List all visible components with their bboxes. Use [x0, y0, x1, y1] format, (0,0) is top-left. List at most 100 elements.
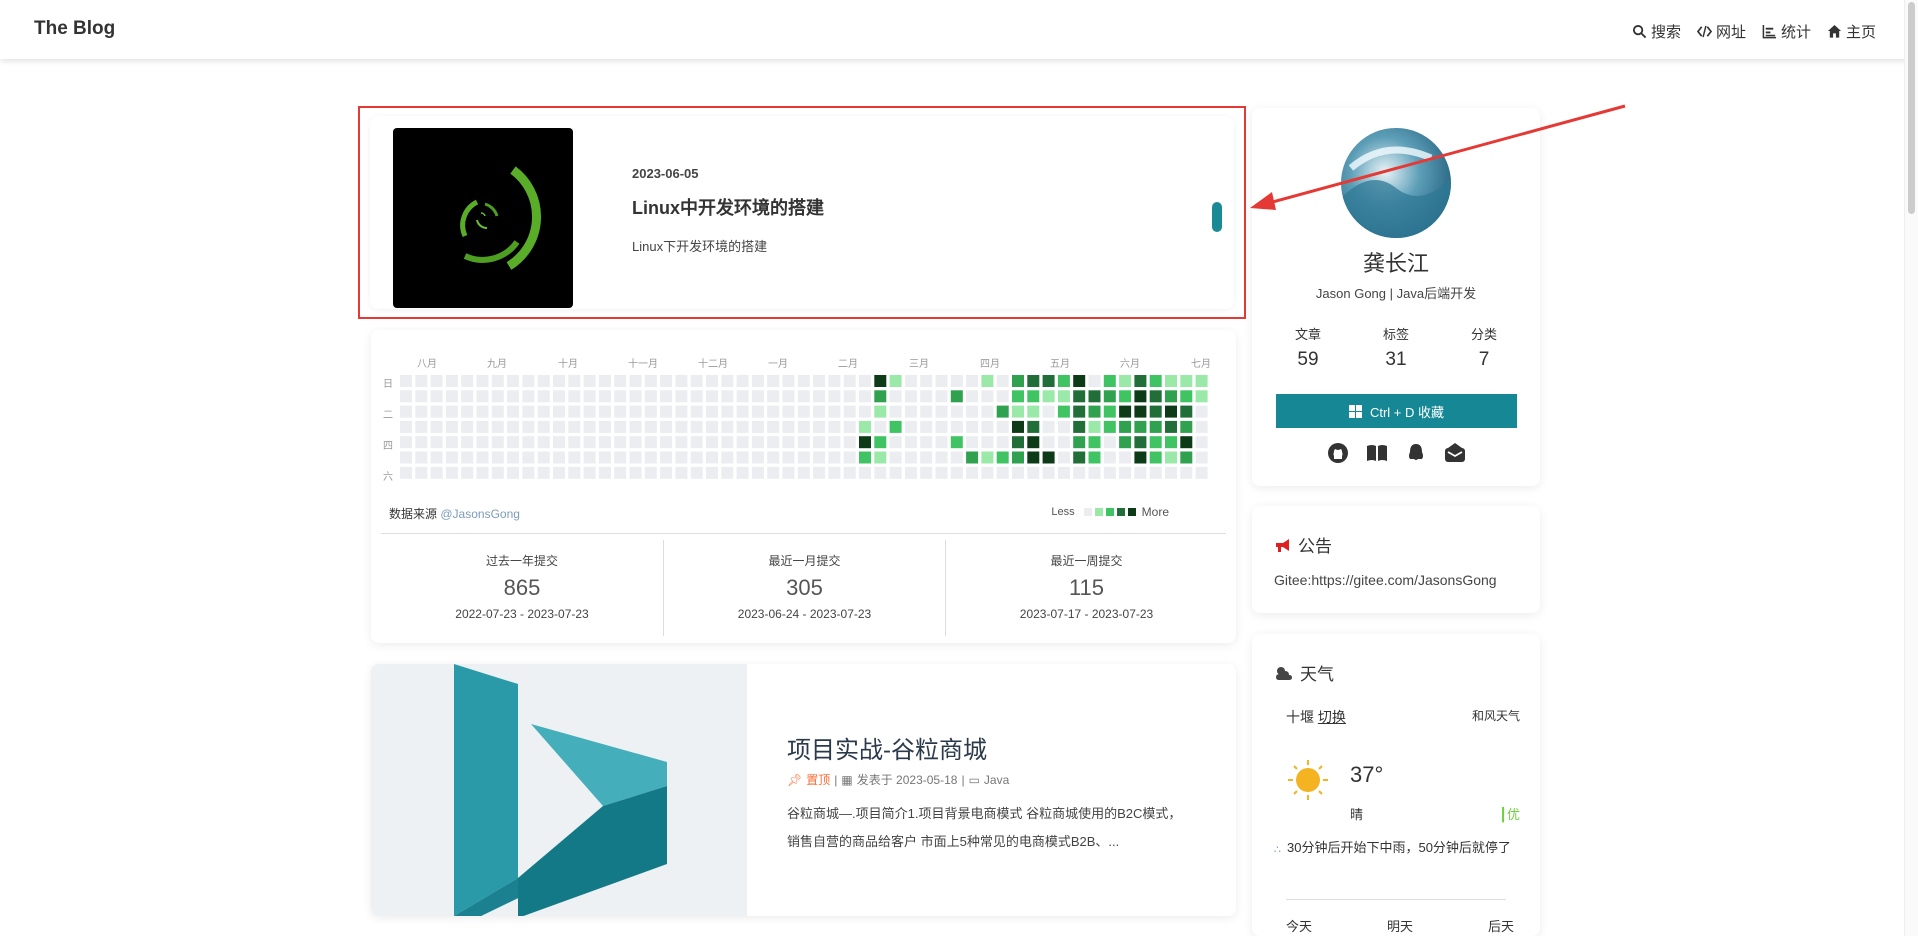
contribution-cell[interactable]: [1027, 375, 1040, 387]
contribution-cell[interactable]: [1088, 405, 1101, 418]
contribution-cell[interactable]: [1195, 466, 1208, 479]
contribution-cell[interactable]: [491, 466, 504, 479]
contribution-cell[interactable]: [859, 451, 871, 464]
contribution-cell[interactable]: [782, 451, 795, 464]
contribution-cell[interactable]: [583, 436, 596, 449]
contribution-cell[interactable]: [461, 466, 474, 479]
contribution-cell[interactable]: [507, 436, 520, 449]
contribution-cell[interactable]: [736, 420, 749, 433]
contribution-cell[interactable]: [1119, 375, 1132, 387]
contribution-cell[interactable]: [675, 375, 688, 387]
contribution-cell[interactable]: [1103, 436, 1116, 449]
contribution-cell[interactable]: [935, 405, 948, 418]
contribution-cell[interactable]: [797, 405, 810, 418]
contribution-cell[interactable]: [706, 405, 718, 418]
contribution-cell[interactable]: [859, 405, 871, 418]
contribution-cell[interactable]: [950, 420, 963, 433]
contribution-cell[interactable]: [874, 436, 887, 449]
contribution-cell[interactable]: [966, 436, 979, 449]
contribution-cell[interactable]: [690, 466, 703, 479]
contribution-cell[interactable]: [507, 390, 520, 403]
contribution-cell[interactable]: [1088, 436, 1101, 449]
contribution-cell[interactable]: [996, 405, 1009, 418]
contribution-cell[interactable]: [629, 375, 642, 387]
contribution-cell[interactable]: [874, 405, 887, 418]
contribution-cell[interactable]: [1057, 451, 1070, 464]
contribution-cell[interactable]: [1180, 420, 1193, 433]
contribution-cell[interactable]: [1195, 375, 1208, 387]
contribution-cell[interactable]: [660, 466, 673, 479]
contribution-cell[interactable]: [767, 420, 780, 433]
contribution-cell[interactable]: [1149, 390, 1162, 403]
contribution-cell[interactable]: [813, 466, 826, 479]
contribution-cell[interactable]: [690, 420, 703, 433]
contribution-cell[interactable]: [751, 466, 764, 479]
contribution-cell[interactable]: [1165, 405, 1177, 418]
contribution-cell[interactable]: [843, 405, 856, 418]
contribution-cell[interactable]: [415, 451, 428, 464]
contribution-cell[interactable]: [721, 390, 734, 403]
contribution-cell[interactable]: [629, 436, 642, 449]
nav-stats[interactable]: 统计: [1762, 21, 1811, 42]
contribution-cell[interactable]: [537, 375, 550, 387]
contribution-cell[interactable]: [813, 420, 826, 433]
contribution-cell[interactable]: [904, 436, 917, 449]
contribution-cell[interactable]: [1149, 436, 1162, 449]
contribution-cell[interactable]: [1027, 405, 1040, 418]
contribution-cell[interactable]: [1088, 466, 1101, 479]
contribution-cell[interactable]: [537, 390, 550, 403]
contribution-cell[interactable]: [782, 436, 795, 449]
contribution-cell[interactable]: [415, 390, 428, 403]
forecast-day[interactable]: 明天: [1387, 916, 1413, 935]
contribution-cell[interactable]: [553, 390, 565, 403]
stat-categories[interactable]: 分类 7: [1471, 324, 1497, 371]
contribution-cell[interactable]: [507, 420, 520, 433]
contribution-cell[interactable]: [461, 436, 474, 449]
contribution-cell[interactable]: [430, 466, 443, 479]
contribution-cell[interactable]: [1195, 436, 1208, 449]
contribution-cell[interactable]: [1027, 466, 1040, 479]
contribution-cell[interactable]: [1165, 436, 1177, 449]
contribution-cell[interactable]: [614, 420, 627, 433]
contribution-cell[interactable]: [874, 451, 887, 464]
contribution-cell[interactable]: [1103, 405, 1116, 418]
contribution-cell[interactable]: [461, 405, 474, 418]
contribution-cell[interactable]: [1088, 451, 1101, 464]
contribution-cell[interactable]: [767, 405, 780, 418]
contribution-cell[interactable]: [430, 375, 443, 387]
contribution-cell[interactable]: [583, 420, 596, 433]
contribution-cell[interactable]: [981, 436, 994, 449]
qq-icon[interactable]: [1405, 442, 1427, 464]
bookmark-button[interactable]: Ctrl + D 收藏: [1276, 394, 1517, 428]
contribution-cell[interactable]: [1195, 451, 1208, 464]
contribution-cell[interactable]: [889, 405, 902, 418]
contribution-cell[interactable]: [553, 420, 565, 433]
contribution-cell[interactable]: [1027, 451, 1040, 464]
contribution-cell[interactable]: [859, 375, 871, 387]
contribution-cell[interactable]: [430, 451, 443, 464]
contribution-cell[interactable]: [461, 375, 474, 387]
contribution-cell[interactable]: [797, 451, 810, 464]
book-icon[interactable]: [1366, 442, 1388, 464]
contribution-cell[interactable]: [461, 451, 474, 464]
contribution-cell[interactable]: [675, 466, 688, 479]
contribution-cell[interactable]: [507, 375, 520, 387]
contribution-cell[interactable]: [537, 420, 550, 433]
contribution-cell[interactable]: [797, 436, 810, 449]
contribution-cell[interactable]: [629, 420, 642, 433]
contribution-cell[interactable]: [843, 436, 856, 449]
contribution-cell[interactable]: [706, 390, 718, 403]
post-title[interactable]: 项目实战-谷粒商城: [787, 730, 987, 765]
contribution-cell[interactable]: [614, 390, 627, 403]
contribution-cell[interactable]: [736, 466, 749, 479]
contribution-cell[interactable]: [476, 436, 489, 449]
contribution-cell[interactable]: [1165, 375, 1177, 387]
contribution-cell[interactable]: [660, 405, 673, 418]
contribution-cell[interactable]: [950, 466, 963, 479]
contribution-cell[interactable]: [981, 405, 994, 418]
contribution-cell[interactable]: [889, 451, 902, 464]
contribution-cell[interactable]: [522, 405, 535, 418]
contribution-cell[interactable]: [996, 420, 1009, 433]
contribution-cell[interactable]: [721, 405, 734, 418]
contribution-cell[interactable]: [675, 436, 688, 449]
